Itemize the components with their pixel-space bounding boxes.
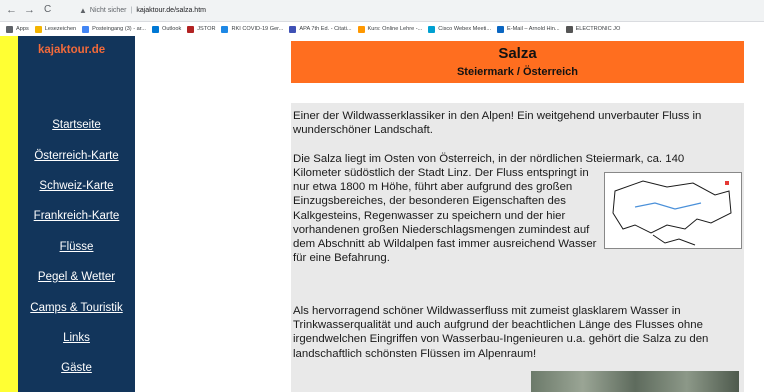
austria-map-image (604, 172, 742, 249)
nav-link-gaeste[interactable]: Gäste (18, 362, 135, 374)
paragraph-location-first-line: Die Salza liegt im Osten von Österreich,… (293, 153, 685, 165)
nav-link-fluesse[interactable]: Flüsse (18, 241, 135, 253)
security-label: Nicht sicher (89, 6, 127, 14)
nav-link-startseite[interactable]: Startseite (18, 119, 135, 131)
bookmark-electronic[interactable]: ELECTRONIC JO (565, 25, 620, 33)
forward-button[interactable]: → (24, 3, 35, 17)
url-separator: | (130, 6, 133, 14)
back-button[interactable]: ← (6, 3, 17, 17)
yellow-accent-strip (0, 36, 18, 392)
nav-link-frankreich-karte[interactable]: Frankreich-Karte (18, 210, 135, 222)
paragraph-location: Kilometer südöstlich der Stadt Linz. Der… (293, 167, 597, 265)
bookmark-jstor[interactable]: JSTOR (187, 25, 215, 33)
bookmarks-bar: Apps Lesezeichen Posteingang (3) - ar...… (0, 22, 764, 37)
cloud-icon (289, 25, 297, 33)
url-text: kajaktour.de/salza.htm (136, 6, 206, 14)
pdf-icon (565, 25, 573, 33)
outlook-icon (151, 25, 159, 33)
bookmark-apps[interactable]: Apps (6, 25, 29, 33)
map-outline-icon (612, 180, 732, 246)
nav-link-oesterreich-karte[interactable]: Österreich-Karte (18, 150, 135, 162)
bookmark-kurs[interactable]: Kurs: Online Lehre -... (357, 25, 422, 33)
course-icon (357, 25, 365, 33)
outlook-mail-icon (497, 25, 505, 33)
bookmark-posteingang[interactable]: Posteingang (3) - ar... (82, 25, 146, 33)
mail-icon (82, 25, 90, 33)
folder-icon (34, 25, 42, 33)
nav-link-pegel-wetter[interactable]: Pegel & Wetter (18, 271, 135, 283)
page-title: Salza (498, 45, 537, 62)
page-subtitle: Steiermark / Österreich (456, 66, 579, 78)
bookmark-lesezeichen[interactable]: Lesezeichen (34, 25, 76, 33)
bookmark-apa[interactable]: APA 7th Ed. - Citati... (289, 25, 352, 33)
jstor-icon (187, 25, 195, 33)
site-logo-text[interactable]: kajaktour.de (38, 44, 105, 56)
bookmark-rki[interactable]: RKI COVID-19 Ger... (221, 25, 283, 33)
river-photo (531, 371, 739, 392)
paragraph-highlight: Als hervorragend schöner Wildwasserfluss… (293, 305, 709, 360)
nav-link-camps-touristik[interactable]: Camps & Touristik (18, 302, 135, 314)
nav-link-schweiz-karte[interactable]: Schweiz-Karte (18, 180, 135, 192)
reload-button[interactable]: C (44, 3, 51, 17)
browser-address-bar: ← → C ▲ Nicht sicher | kajaktour.de/salz… (0, 0, 764, 22)
bookmark-webex[interactable]: Cisco Webex Meeti... (428, 25, 491, 33)
url-field[interactable]: ▲ Nicht sicher | kajaktour.de/salza.htm (79, 2, 759, 18)
globe-icon (221, 25, 229, 33)
webex-icon (428, 25, 436, 33)
bookmark-outlook[interactable]: Outlook (151, 25, 181, 33)
bookmark-email[interactable]: E-Mail – Arnold Hin... (497, 25, 560, 33)
paragraph-intro: Einer der Wildwasserklassiker in den Alp… (293, 110, 702, 137)
apps-grid-icon (6, 25, 13, 33)
warning-icon: ▲ (79, 5, 87, 15)
nav-link-links[interactable]: Links (18, 332, 135, 344)
